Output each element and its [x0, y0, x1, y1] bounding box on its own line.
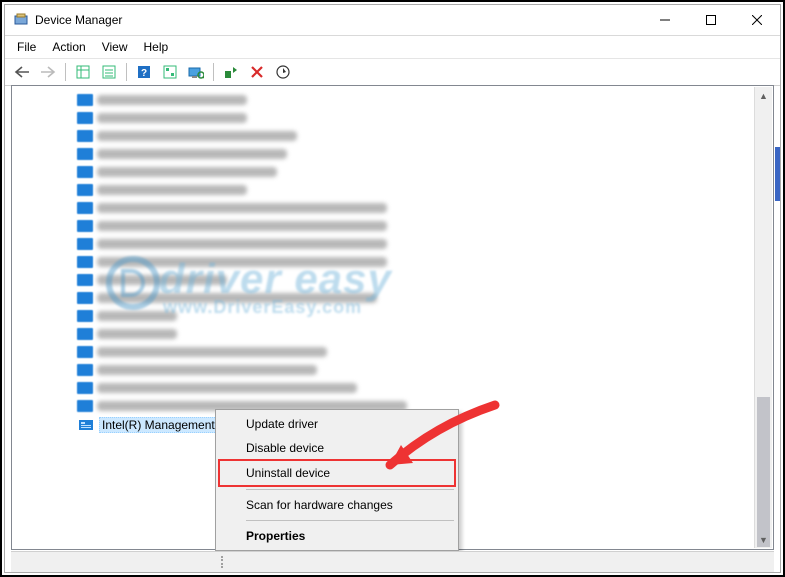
- device-icon: [79, 419, 95, 431]
- blurred-device-row: [13, 379, 755, 396]
- menu-file[interactable]: File: [9, 38, 44, 56]
- properties-button[interactable]: [96, 60, 122, 84]
- blurred-device-row: [13, 199, 755, 216]
- blurred-device-row: [13, 181, 755, 198]
- context-menu: Update driver Disable device Uninstall d…: [215, 409, 459, 551]
- blurred-device-list: [13, 87, 755, 414]
- ctx-update-driver[interactable]: Update driver: [218, 412, 456, 436]
- decorative-artifact: [775, 147, 780, 201]
- minimize-button[interactable]: [642, 5, 688, 35]
- menu-help[interactable]: Help: [136, 38, 177, 56]
- menu-view[interactable]: View: [94, 38, 136, 56]
- ctx-uninstall-device[interactable]: Uninstall device: [218, 459, 456, 487]
- blurred-device-row: [13, 163, 755, 180]
- menubar: File Action View Help: [5, 36, 780, 59]
- svg-text:?: ?: [141, 68, 147, 79]
- status-bar: [11, 551, 774, 572]
- ctx-scan-hardware[interactable]: Scan for hardware changes: [218, 493, 456, 517]
- close-button[interactable]: [734, 5, 780, 35]
- blurred-device-row: [13, 361, 755, 378]
- app-icon: [13, 12, 29, 28]
- vertical-scrollbar[interactable]: ▲ ▼: [754, 87, 772, 548]
- status-splitter[interactable]: [221, 556, 225, 568]
- blurred-device-row: [13, 109, 755, 126]
- watermark-logo: [105, 255, 161, 311]
- show-hide-tree-button[interactable]: [70, 60, 96, 84]
- app-window: Device Manager File Action View Help: [4, 4, 781, 573]
- ctx-properties[interactable]: Properties: [218, 524, 456, 548]
- update-button[interactable]: [270, 60, 296, 84]
- window-title: Device Manager: [35, 13, 122, 27]
- blurred-device-row: [13, 217, 755, 234]
- help-button[interactable]: ?: [131, 60, 157, 84]
- screenshot-frame: Device Manager File Action View Help: [0, 0, 785, 577]
- toolbar-separator: [126, 63, 127, 81]
- forward-button[interactable]: [35, 60, 61, 84]
- menu-action[interactable]: Action: [44, 38, 93, 56]
- blurred-device-row: [13, 343, 755, 360]
- blurred-device-row: [13, 235, 755, 252]
- blurred-device-row: [13, 145, 755, 162]
- scroll-thumb[interactable]: [757, 397, 770, 547]
- enable-button[interactable]: [218, 60, 244, 84]
- maximize-button[interactable]: [688, 5, 734, 35]
- blurred-device-row: [13, 127, 755, 144]
- blurred-device-row: [13, 325, 755, 342]
- uninstall-button[interactable]: [244, 60, 270, 84]
- scroll-up-button[interactable]: ▲: [755, 87, 772, 104]
- scan-hardware-button[interactable]: [183, 60, 209, 84]
- back-button[interactable]: [9, 60, 35, 84]
- scroll-down-button[interactable]: ▼: [755, 531, 772, 548]
- ctx-separator: [246, 489, 454, 490]
- ctx-disable-device[interactable]: Disable device: [218, 436, 456, 460]
- titlebar: Device Manager: [5, 5, 780, 36]
- toolbar-separator: [65, 63, 66, 81]
- toolbar-separator: [213, 63, 214, 81]
- toolbar: ?: [5, 59, 780, 86]
- blurred-device-row: [13, 91, 755, 108]
- action-tree-button[interactable]: [157, 60, 183, 84]
- ctx-separator: [246, 520, 454, 521]
- selected-device-label: Intel(R) Management E: [99, 417, 229, 433]
